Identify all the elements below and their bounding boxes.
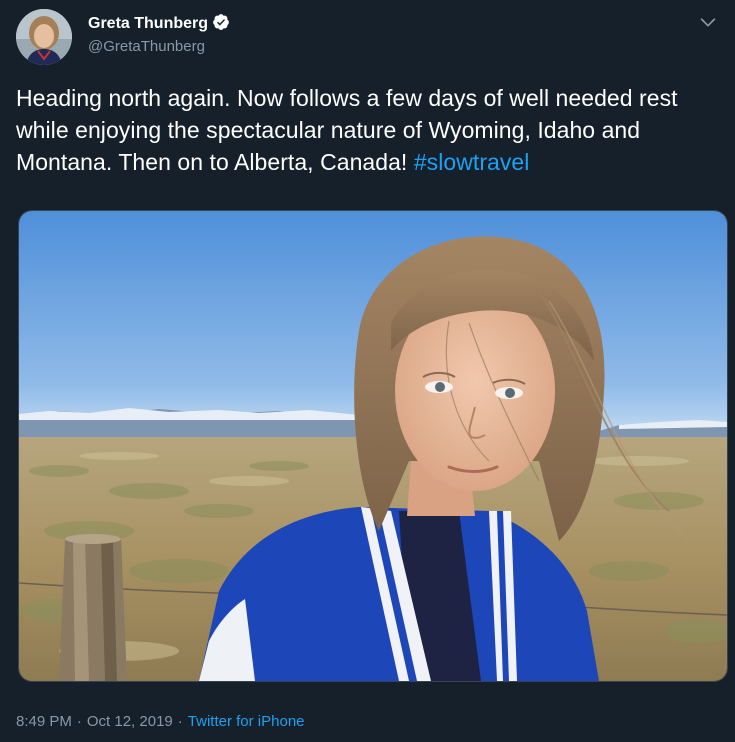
- tweet-date[interactable]: Oct 12, 2019: [87, 713, 173, 730]
- author-avatar[interactable]: [16, 9, 72, 65]
- tweet-header: Greta Thunberg @GretaThunberg: [16, 9, 719, 65]
- chevron-down-icon[interactable]: [697, 11, 719, 33]
- meta-separator: ·: [177, 713, 183, 730]
- author-handle[interactable]: @GretaThunberg: [88, 37, 230, 57]
- tweet-photo[interactable]: [18, 210, 728, 682]
- author-display-name[interactable]: Greta Thunberg: [88, 14, 208, 34]
- tweet-body-text: Heading north again. Now follows a few d…: [16, 85, 678, 175]
- tweet-time[interactable]: 8:49 PM: [16, 713, 72, 730]
- verified-badge-icon: [213, 14, 229, 30]
- hashtag-link[interactable]: #slowtravel: [414, 149, 530, 175]
- photo-image: [19, 211, 727, 681]
- tweet-card: Greta Thunberg @GretaThunberg Heading no…: [0, 0, 735, 742]
- avatar-image: [16, 9, 72, 65]
- tweet-text: Heading north again. Now follows a few d…: [16, 82, 728, 178]
- tweet-metadata: 8:49 PM · Oct 12, 2019 · Twitter for iPhone: [16, 712, 305, 732]
- tweet-source-link[interactable]: Twitter for iPhone: [188, 713, 305, 730]
- meta-separator: ·: [76, 713, 82, 730]
- author-info: Greta Thunberg @GretaThunberg: [88, 13, 230, 57]
